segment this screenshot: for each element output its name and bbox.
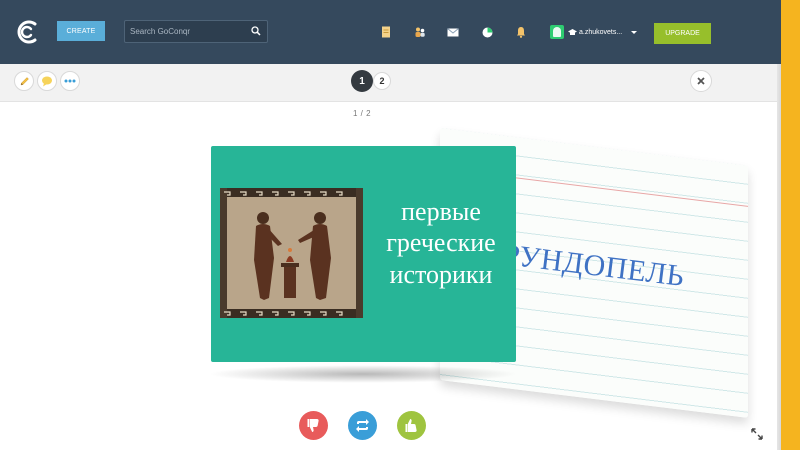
comment-icon: [42, 76, 52, 86]
front-line-2: греческие: [386, 228, 496, 258]
comment-button[interactable]: [37, 71, 57, 91]
upgrade-button[interactable]: UPGRADE: [654, 23, 711, 44]
username: a.zhukovets...: [579, 28, 623, 36]
expand-icon[interactable]: [751, 428, 763, 440]
front-card-text: первые греческие историки: [371, 196, 511, 290]
top-navbar: CREATE a.zhukovets... UPGRADE: [0, 0, 781, 64]
edit-button[interactable]: [14, 71, 34, 91]
dislike-button[interactable]: [299, 411, 328, 440]
graduation-cap-icon: [568, 28, 577, 35]
thumbs-up-icon: [405, 419, 417, 432]
page-2-button[interactable]: 2: [373, 72, 391, 90]
search-box: [124, 20, 268, 43]
progress-icon[interactable]: [481, 26, 493, 38]
user-menu[interactable]: a.zhukovets...: [550, 24, 638, 40]
flip-icon: [356, 419, 369, 432]
front-line-1: первые: [401, 197, 481, 226]
notes-icon[interactable]: [380, 26, 392, 38]
mail-icon[interactable]: [447, 26, 459, 38]
flashcard-toolbar: 1 2: [0, 64, 777, 102]
close-icon: [697, 77, 705, 85]
thumbs-down-icon: [307, 419, 319, 432]
card-counter: 1 / 2: [352, 109, 372, 118]
card-shadow: [208, 365, 518, 383]
like-button[interactable]: [397, 411, 426, 440]
scroll-edge: [777, 64, 781, 450]
more-icon: [64, 79, 76, 83]
front-line-3: историки: [389, 259, 493, 289]
flip-button[interactable]: [348, 411, 377, 440]
more-button[interactable]: [60, 71, 80, 91]
search-icon[interactable]: [251, 26, 261, 36]
close-button[interactable]: [690, 70, 712, 92]
greek-vase-image: [220, 188, 363, 318]
create-button[interactable]: CREATE: [57, 21, 105, 41]
friends-icon[interactable]: [414, 26, 426, 38]
right-rail: [781, 0, 800, 450]
front-flashcard[interactable]: первые греческие историки: [211, 146, 516, 362]
chevron-down-icon[interactable]: [631, 30, 638, 34]
page-1-button[interactable]: 1: [351, 70, 373, 92]
avatar-icon: [550, 25, 564, 39]
notifications-icon[interactable]: [515, 26, 527, 38]
logo-icon[interactable]: [16, 18, 40, 46]
pencil-icon: [20, 76, 29, 85]
search-input[interactable]: [130, 24, 248, 39]
